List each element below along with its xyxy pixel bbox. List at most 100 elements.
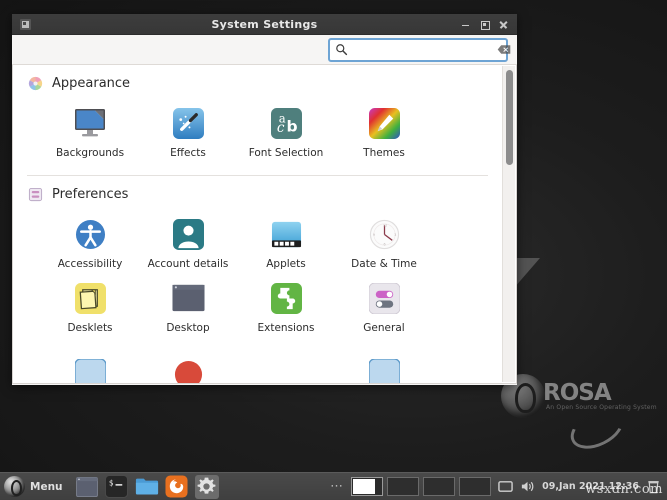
content-scrollbar[interactable] bbox=[502, 66, 515, 382]
section-label-preferences: Preferences bbox=[52, 187, 129, 202]
launcher-terminal[interactable]: $ bbox=[105, 475, 129, 499]
menu-label: Menu bbox=[30, 480, 63, 493]
user-avatar-icon bbox=[170, 216, 206, 252]
preferences-list-icon bbox=[28, 187, 43, 202]
tile-label: General bbox=[363, 322, 405, 334]
tile-effects[interactable]: Effects bbox=[139, 99, 237, 163]
tile-label: Account details bbox=[147, 258, 229, 270]
svg-text:c: c bbox=[276, 120, 284, 136]
svg-text:12: 12 bbox=[383, 223, 387, 227]
tile-label: Desktop bbox=[166, 322, 210, 334]
wallpaper-logo-wordmark: ROSA bbox=[543, 380, 612, 406]
toggle-switches-icon bbox=[366, 280, 402, 316]
mint-menu-icon bbox=[4, 476, 25, 497]
puzzle-piece-icon bbox=[268, 280, 304, 316]
window-tile-icon bbox=[75, 476, 98, 497]
menu-button[interactable]: Menu bbox=[0, 474, 71, 500]
workspace-switcher bbox=[351, 477, 492, 496]
section-header-appearance: Appearance bbox=[13, 65, 502, 91]
tile-grid-appearance: Backgrounds Effects a c b Font Selection… bbox=[13, 91, 502, 167]
tile-label: Backgrounds bbox=[55, 147, 125, 159]
desktop-window-icon bbox=[170, 280, 206, 316]
accessibility-icon bbox=[72, 216, 108, 252]
section-label-appearance: Appearance bbox=[52, 76, 131, 91]
tile-label: Extensions bbox=[257, 322, 315, 334]
search-toolbar bbox=[12, 35, 517, 65]
section-preferences: Preferences Accessibility Account detail… bbox=[13, 176, 502, 383]
launcher-file-manager[interactable] bbox=[135, 475, 159, 499]
tile-label: Font Selection bbox=[248, 147, 324, 159]
tile-label: Desklets bbox=[67, 322, 113, 334]
minimize-button[interactable] bbox=[461, 20, 470, 29]
terminal-icon: $ bbox=[105, 475, 129, 498]
scrollbar-thumb[interactable] bbox=[506, 70, 513, 165]
window-controls bbox=[461, 20, 517, 30]
tile-partial-1[interactable] bbox=[41, 350, 139, 383]
svg-text:$: $ bbox=[109, 479, 114, 488]
taskbar: Menu $ ⋯ 09,Jan 2021 12:36 bbox=[0, 472, 667, 500]
launcher-firefox[interactable] bbox=[165, 475, 189, 499]
tile-themes[interactable]: Themes bbox=[335, 99, 433, 163]
display-icon[interactable] bbox=[498, 479, 513, 494]
search-icon bbox=[336, 44, 348, 56]
tile-label: Applets bbox=[266, 258, 306, 270]
launcher-show-desktop[interactable] bbox=[75, 475, 99, 499]
launcher-area: $ bbox=[75, 474, 219, 499]
tile-account-details[interactable]: Account details bbox=[139, 210, 237, 274]
clock-icon: 12 3 6 9 bbox=[366, 216, 402, 252]
workspace-4[interactable] bbox=[459, 477, 492, 496]
window-title: System Settings bbox=[211, 17, 318, 31]
magic-wand-icon bbox=[170, 105, 206, 141]
section-header-preferences: Preferences bbox=[13, 176, 502, 202]
partial-icon-3 bbox=[366, 356, 402, 383]
window-menu-icon[interactable] bbox=[20, 18, 31, 30]
section-appearance: Appearance Backgrounds Effects a c b Fon… bbox=[13, 65, 502, 167]
tile-date-time[interactable]: 12 3 6 9 Date & Time bbox=[335, 210, 433, 274]
tile-font-selection[interactable]: a c b Font Selection bbox=[237, 99, 335, 163]
tile-grid-preferences: Accessibility Account details Applets 12… bbox=[13, 202, 502, 342]
svg-text:6: 6 bbox=[383, 242, 385, 246]
sticky-notes-icon bbox=[72, 280, 108, 316]
partial-icon-2 bbox=[170, 356, 206, 383]
window-titlebar[interactable]: System Settings bbox=[12, 14, 517, 35]
tile-backgrounds[interactable]: Backgrounds bbox=[41, 99, 139, 163]
tile-label: Accessibility bbox=[57, 258, 123, 270]
system-settings-window: System Settings Appearance Backgrounds E… bbox=[12, 14, 517, 385]
workspace-1[interactable] bbox=[351, 477, 384, 496]
search-input[interactable] bbox=[353, 43, 497, 56]
tile-general[interactable]: General bbox=[335, 274, 433, 338]
clock-label[interactable]: 09,Jan 2021 12:36 bbox=[542, 481, 639, 492]
tile-label: Themes bbox=[363, 147, 405, 159]
trash-icon[interactable] bbox=[646, 479, 661, 494]
tile-grid-preferences-next-row bbox=[13, 342, 502, 383]
overflow-dots-icon[interactable]: ⋯ bbox=[330, 480, 344, 493]
settings-content-area: Appearance Backgrounds Effects a c b Fon… bbox=[12, 65, 517, 384]
tile-applets[interactable]: Applets bbox=[237, 210, 335, 274]
settings-scroll-content: Appearance Backgrounds Effects a c b Fon… bbox=[13, 65, 502, 383]
close-button[interactable] bbox=[499, 20, 508, 29]
tile-desktop[interactable]: Desktop bbox=[139, 274, 237, 338]
applets-panel-icon bbox=[268, 216, 304, 252]
clear-icon[interactable] bbox=[497, 44, 511, 55]
font-abc-icon: a c b bbox=[268, 105, 304, 141]
color-wheel-icon bbox=[28, 76, 43, 91]
paintbrush-rainbow-icon bbox=[366, 105, 402, 141]
workspace-2[interactable] bbox=[387, 477, 420, 496]
wallpaper-triangle-shape bbox=[514, 258, 540, 288]
search-field[interactable] bbox=[328, 37, 511, 62]
tile-partial-2[interactable] bbox=[139, 350, 237, 383]
volume-icon[interactable] bbox=[520, 479, 535, 494]
svg-text:b: b bbox=[286, 117, 297, 135]
tile-accessibility[interactable]: Accessibility bbox=[41, 210, 139, 274]
tile-desklets[interactable]: Desklets bbox=[41, 274, 139, 338]
tile-partial-3[interactable] bbox=[335, 350, 433, 383]
maximize-button[interactable] bbox=[480, 20, 490, 30]
svg-text:9: 9 bbox=[372, 232, 374, 236]
taskbar-right-area: ⋯ 09,Jan 2021 12:36 bbox=[330, 477, 667, 496]
tile-label: Date & Time bbox=[351, 258, 417, 270]
tile-extensions[interactable]: Extensions bbox=[237, 274, 335, 338]
partial-icon-1 bbox=[72, 356, 108, 383]
launcher-system-settings[interactable] bbox=[194, 474, 219, 499]
tile-label: Effects bbox=[170, 147, 206, 159]
workspace-3[interactable] bbox=[423, 477, 456, 496]
